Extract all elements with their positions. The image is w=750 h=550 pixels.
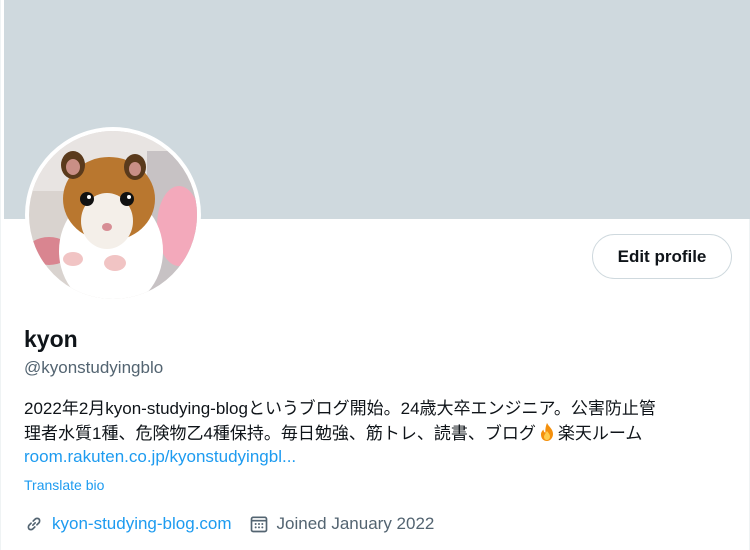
edit-profile-button[interactable]: Edit profile (592, 234, 732, 279)
profile-meta: kyon-studying-blog.com Joined January 20… (24, 512, 434, 536)
hamster-photo (29, 131, 197, 299)
avatar[interactable] (29, 131, 197, 299)
website-link[interactable]: kyon-studying-blog.com (52, 514, 232, 534)
bio-line-1: 2022年2月kyon-studying-blogというブログ開始。24歳大卒エ… (24, 399, 656, 418)
bio-line-2-text: 理者水質1種、危険物乙4種保持。毎日勉強、筋トレ、読書、ブログ (24, 424, 536, 443)
profile-name: kyon (24, 326, 78, 352)
translate-bio-link[interactable]: Translate bio (24, 477, 104, 493)
profile-page: Edit profile kyon @kyonstudyingblo 2022年… (0, 0, 750, 550)
calendar-icon (250, 516, 267, 533)
profile-bio: 2022年2月kyon-studying-blogというブログ開始。24歳大卒エ… (24, 396, 739, 446)
profile-handle: @kyonstudyingblo (24, 358, 164, 377)
link-icon (27, 517, 41, 531)
bio-line-2-tail: 楽天ルーム (557, 424, 643, 443)
bio-line-2: 理者水質1種、危険物乙4種保持。毎日勉強、筋トレ、読書、ブログ 楽天ルーム (24, 421, 739, 446)
avatar-ring (25, 127, 201, 303)
fire-icon (540, 423, 553, 441)
joined-date: Joined January 2022 (276, 514, 435, 533)
bio-link[interactable]: room.rakuten.co.jp/kyonstudyingbl... (24, 447, 296, 467)
